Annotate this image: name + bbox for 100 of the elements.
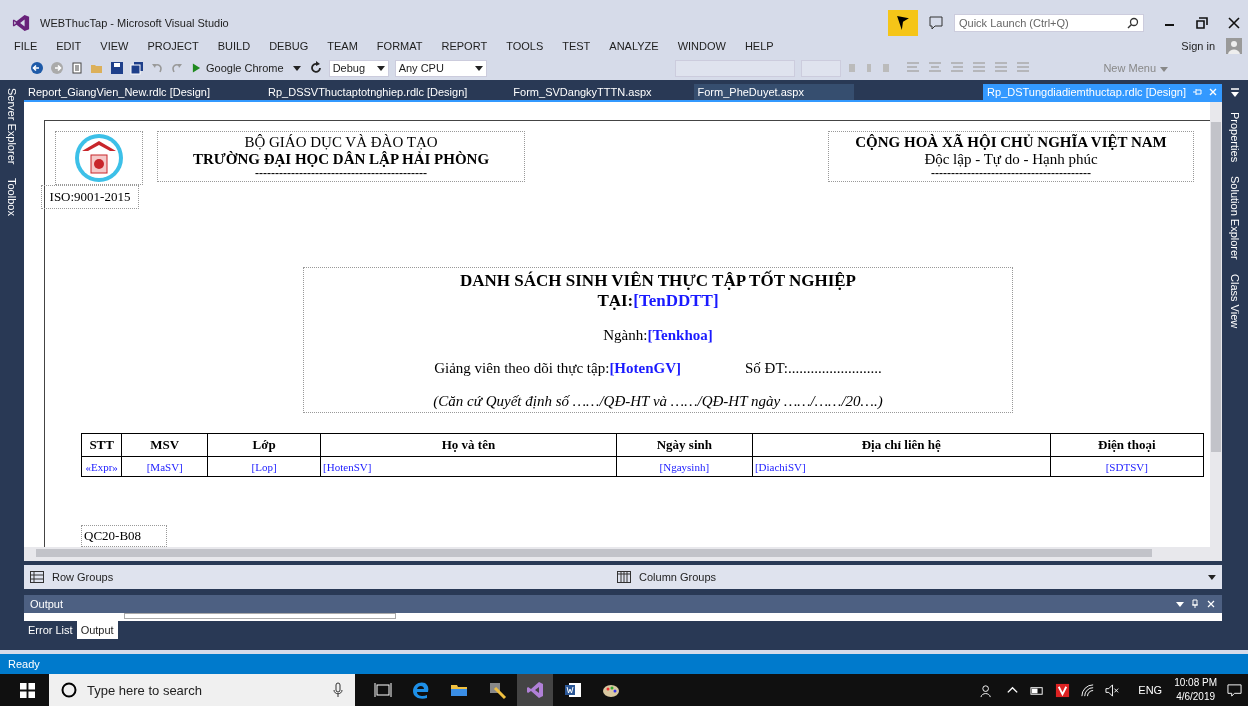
- panel-tab[interactable]: Output: [76, 621, 118, 639]
- column-header: Địa chỉ liên hệ: [752, 433, 1051, 457]
- output-source-field[interactable]: [124, 613, 396, 619]
- task-view-icon[interactable]: [373, 680, 393, 700]
- quick-launch-field[interactable]: Quick Launch (Ctrl+Q): [954, 14, 1144, 32]
- table-cell: [DiachiSV]: [752, 456, 1051, 477]
- close-icon[interactable]: [1228, 17, 1240, 29]
- menu-item[interactable]: FILE: [14, 40, 38, 52]
- school-name: TRƯỜNG ĐẠI HỌC DÂN LẬP HẢI PHÒNG: [191, 151, 491, 168]
- feedback-icon[interactable]: [928, 15, 944, 31]
- panel-menu-icon[interactable]: [1230, 88, 1240, 98]
- back-icon[interactable]: [30, 61, 44, 75]
- menu-item[interactable]: FORMAT: [376, 40, 423, 52]
- menu-item[interactable]: VIEW: [100, 40, 129, 52]
- decision-note: (Căn cứ Quyết định số ……/QĐ-HT và ……/QĐ-HT ngày ……/……/20….): [433, 393, 883, 410]
- cortana-circle-icon: [61, 682, 77, 698]
- lecturer-label: Giảng viên theo dõi thực tập:: [434, 360, 610, 376]
- tools-app-icon[interactable]: [487, 680, 507, 700]
- word-icon[interactable]: [563, 680, 583, 700]
- microphone-icon[interactable]: [333, 682, 343, 698]
- search-icon: [1127, 17, 1139, 29]
- column-header: Họ và tên: [320, 433, 617, 457]
- column-groups-label: Column Groups: [639, 571, 717, 583]
- refresh-icon[interactable]: [308, 61, 323, 75]
- horizontal-scrollbar[interactable]: [24, 547, 1222, 561]
- menu-item[interactable]: TEAM: [327, 40, 358, 52]
- side-panel-tab[interactable]: Solution Explorer: [1229, 176, 1241, 260]
- column-header: MSV: [121, 433, 208, 457]
- edge-browser-icon[interactable]: [411, 680, 431, 700]
- restore-icon[interactable]: [1196, 17, 1208, 29]
- menu-item[interactable]: BUILD: [217, 40, 251, 52]
- sign-in-link[interactable]: Sign in: [1181, 40, 1215, 52]
- report-title: DANH SÁCH SINH VIÊN THỰC TẬP TỐT NGHIỆP: [460, 271, 856, 291]
- header-rule: ----------------------------------------: [931, 168, 1091, 179]
- save-icon[interactable]: [110, 61, 124, 75]
- caret-icon[interactable]: [1208, 574, 1216, 580]
- table-cell: [Lop]: [207, 456, 321, 477]
- table-cell: [MaSV]: [121, 456, 208, 477]
- menu-item[interactable]: TOOLS: [506, 40, 544, 52]
- major-field: [Tenkhoa]: [647, 327, 713, 343]
- menu-item[interactable]: WINDOW: [677, 40, 726, 52]
- university-emblem-icon: [74, 133, 124, 183]
- side-panel-tab[interactable]: Toolbox: [6, 178, 18, 217]
- phone-label: Số ĐT:.........................: [745, 360, 882, 376]
- lecturer-field: [HotenGV]: [609, 360, 682, 376]
- caret-icon: [1160, 67, 1168, 72]
- location-label: TẠI:: [597, 291, 634, 310]
- menu-item[interactable]: EDIT: [56, 40, 82, 52]
- row-groups-label: Row Groups: [52, 571, 114, 583]
- header-rule: -------------------------------------------: [254, 168, 428, 179]
- new-project-icon[interactable]: [70, 61, 84, 75]
- caret-icon[interactable]: [1176, 601, 1184, 607]
- table-cell: «Expr»: [81, 456, 122, 477]
- visual-studio-logo-icon: [12, 14, 30, 32]
- country-name: CỘNG HOÀ XÃ HỘI CHỦ NGHĨA VIỆT NAM: [854, 134, 1168, 151]
- motto: Độc lập - Tự do - Hạnh phúc: [923, 151, 1099, 168]
- caret-icon: [474, 65, 483, 71]
- configuration-dropdown[interactable]: Debug: [328, 59, 389, 77]
- notification-flag-icon[interactable]: [888, 10, 918, 36]
- speaker-muted-icon[interactable]: [1105, 682, 1121, 698]
- output-panel-title: Output: [30, 598, 64, 610]
- pin-icon[interactable]: [1190, 599, 1200, 609]
- table-cell: [HotenSV]: [320, 456, 617, 477]
- side-panel-tab[interactable]: Properties: [1229, 112, 1241, 163]
- table-cell: [SDTSV]: [1050, 456, 1204, 477]
- document-tab[interactable]: Form_PheDuyet.aspx: [693, 84, 854, 100]
- wifi-icon[interactable]: [1080, 682, 1096, 698]
- visual-studio-taskbar-icon[interactable]: [517, 674, 553, 706]
- save-all-icon[interactable]: [130, 61, 144, 75]
- menu-item[interactable]: PROJECT: [147, 40, 199, 52]
- ministry-name: BỘ GIÁO DỤC VÀ ĐÀO TẠO: [243, 134, 439, 151]
- language-indicator[interactable]: ENG: [1138, 684, 1163, 696]
- menu-item[interactable]: ANALYZE: [609, 40, 659, 52]
- side-panel-tab[interactable]: Server Explorer: [6, 88, 18, 165]
- caret-icon: [376, 65, 385, 71]
- windows-start-icon[interactable]: [20, 682, 35, 698]
- start-debugging-button[interactable]: Google Chrome: [190, 62, 303, 74]
- location-field: [TenDDTT]: [633, 291, 719, 310]
- column-header: Điện thoại: [1050, 433, 1204, 457]
- notifications-icon[interactable]: [1227, 682, 1242, 698]
- platform-dropdown[interactable]: Any CPU: [394, 59, 487, 77]
- document-tab[interactable]: Report_GiangVien_New.rdlc [Design]: [24, 84, 214, 100]
- menu-item[interactable]: DEBUG: [269, 40, 309, 52]
- panel-tab[interactable]: Error List: [24, 621, 77, 639]
- status-text: Ready: [8, 658, 40, 670]
- major-label: Ngành:: [603, 327, 648, 343]
- window-title: WEBThucTap - Microsoft Visual Studio: [40, 17, 229, 29]
- play-icon: [192, 63, 201, 73]
- menu-item[interactable]: HELP: [744, 40, 774, 52]
- column-groups-icon: [617, 571, 632, 583]
- row-groups-icon: [30, 571, 44, 583]
- antivirus-icon[interactable]: [1055, 682, 1071, 698]
- taskbar-search-field[interactable]: Type here to search: [49, 674, 355, 706]
- clock[interactable]: 10:08 PM 4/6/2019: [1174, 676, 1217, 704]
- menu-item[interactable]: TEST: [562, 40, 591, 52]
- vertical-scrollbar[interactable]: [1210, 102, 1222, 547]
- document-tab[interactable]: Rp_DSSVThuctaptotnghiep.rdlc [Design]: [264, 84, 472, 100]
- menu-item[interactable]: REPORT: [441, 40, 488, 52]
- document-tab[interactable]: Form_SVDangkyTTTN.aspx: [509, 84, 656, 100]
- side-panel-tab[interactable]: Class View: [1229, 273, 1241, 329]
